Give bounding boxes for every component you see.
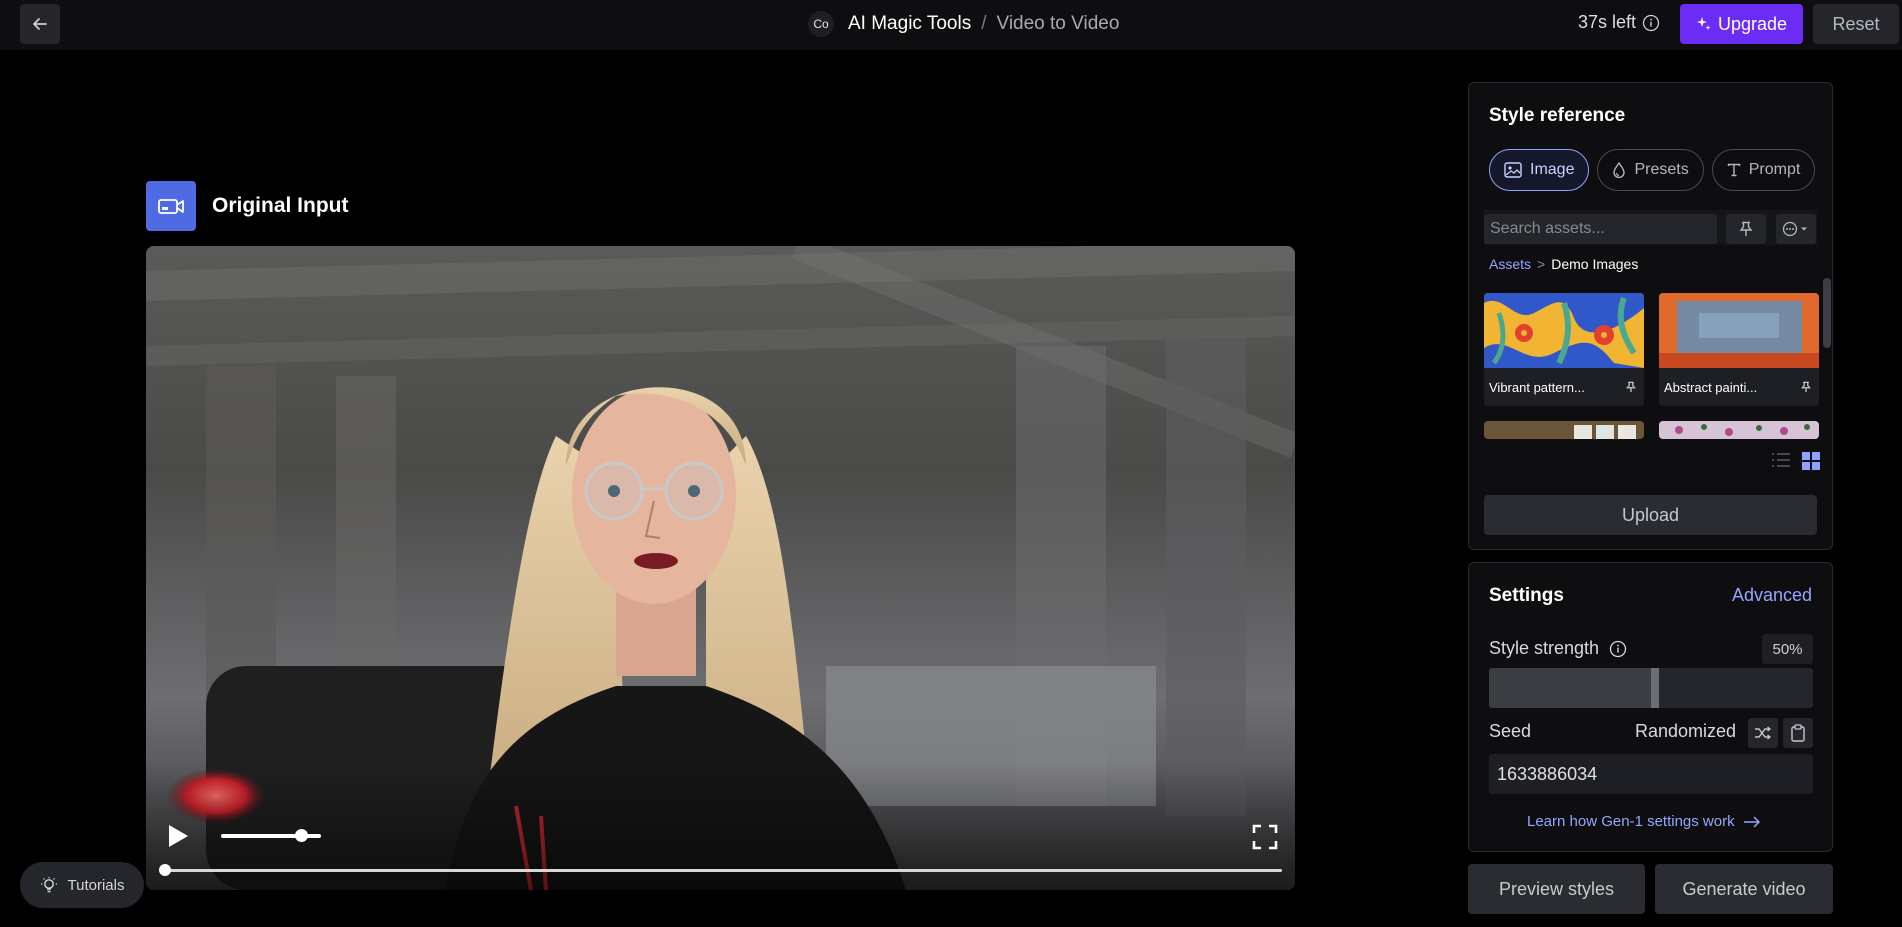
style-reference-tabs: Image Presets Prompt	[1489, 149, 1816, 191]
asset-card[interactable]: Vibrant pattern...	[1484, 293, 1644, 406]
back-button[interactable]	[20, 4, 60, 44]
randomized-label: Randomized	[1635, 721, 1737, 741]
top-bar: Co AI Magic Tools / Video to Video 37s l…	[0, 0, 1902, 50]
asset-card[interactable]: Abstract painti...	[1659, 293, 1819, 406]
play-icon[interactable]	[164, 822, 192, 850]
credits-remaining: 37s left	[1578, 12, 1660, 33]
pinned-filter-button[interactable]	[1726, 214, 1766, 244]
tab-prompt-label: Prompt	[1748, 161, 1801, 178]
advanced-settings-link[interactable]: Advanced	[1732, 585, 1812, 606]
drop-icon	[1613, 162, 1626, 178]
tutorials-button[interactable]: Tutorials	[20, 862, 144, 908]
style-strength-fill	[1489, 668, 1651, 708]
style-strength-label: Style strength	[1489, 638, 1600, 658]
breadcrumb-app-link[interactable]: AI Magic Tools	[848, 13, 971, 35]
preview-styles-button[interactable]: Preview styles	[1468, 864, 1645, 914]
arrow-left-icon	[33, 18, 47, 30]
asset-name: Abstract painti...	[1664, 379, 1758, 395]
more-options-icon	[1782, 221, 1807, 237]
settings-panel: Settings Advanced Style strength 50% See…	[1468, 562, 1833, 852]
asset-name: Vibrant pattern...	[1489, 379, 1585, 395]
generate-video-button[interactable]: Generate video	[1655, 864, 1833, 914]
asset-caption: Abstract painti...	[1659, 368, 1819, 406]
breadcrumb-current-page: Video to Video	[996, 13, 1120, 34]
asset-card[interactable]	[1484, 421, 1644, 439]
original-input-title: Original Input	[212, 194, 349, 217]
learn-settings-link[interactable]: Learn how Gen-1 settings work	[1527, 813, 1761, 830]
asset-search-input[interactable]	[1484, 214, 1717, 244]
video-frame	[146, 246, 1295, 890]
seed-input[interactable]	[1489, 754, 1813, 794]
style-strength-row: Style strength	[1489, 638, 1627, 659]
team-avatar[interactable]: Co	[808, 11, 834, 37]
sparkle-icon	[1696, 17, 1711, 31]
shuffle-icon	[1755, 726, 1772, 740]
seed-label: Seed	[1489, 721, 1532, 741]
pin-icon	[1739, 221, 1753, 236]
asset-thumbnail	[1484, 421, 1644, 439]
asset-thumbnail	[1659, 293, 1819, 368]
view-toggle	[1771, 451, 1821, 471]
copy-seed-button[interactable]	[1783, 718, 1813, 748]
style-strength-slider[interactable]	[1489, 668, 1813, 708]
upgrade-label: Upgrade	[1717, 13, 1788, 34]
style-reference-title: Style reference	[1489, 105, 1626, 126]
video-timeline[interactable]	[159, 864, 1282, 876]
asset-breadcrumb-separator: >	[1537, 256, 1546, 272]
timeline-scrubber[interactable]	[159, 864, 171, 876]
upload-button[interactable]: Upload	[1484, 495, 1817, 535]
tab-image[interactable]: Image	[1489, 149, 1590, 191]
settings-title: Settings	[1489, 585, 1564, 606]
randomize-seed-button[interactable]	[1748, 718, 1778, 748]
asset-search-row	[1484, 210, 1817, 245]
breadcrumb: Co AI Magic Tools / Video to Video	[808, 10, 1119, 38]
upgrade-button[interactable]: Upgrade	[1680, 4, 1803, 44]
asset-grid: Vibrant pattern... Abstract painti...	[1484, 293, 1821, 439]
app-root: Co AI Magic Tools / Video to Video 37s l…	[0, 0, 1902, 927]
tutorials-label: Tutorials	[67, 876, 125, 894]
style-strength-handle[interactable]	[1651, 668, 1659, 708]
style-strength-value[interactable]: 50%	[1762, 634, 1813, 664]
reset-button[interactable]: Reset	[1813, 4, 1899, 44]
asset-grid-scrollbar[interactable]	[1823, 278, 1831, 348]
more-options-button[interactable]	[1776, 214, 1816, 244]
video-input-icon	[146, 181, 196, 231]
asset-breadcrumb-current: Demo Images	[1551, 256, 1639, 272]
tab-prompt[interactable]: Prompt	[1711, 149, 1816, 191]
pin-icon[interactable]	[1626, 381, 1636, 393]
info-icon[interactable]	[1642, 14, 1660, 32]
asset-card[interactable]	[1659, 421, 1819, 439]
volume-slider[interactable]	[221, 829, 321, 842]
original-input-header: Original Input	[146, 181, 349, 231]
tab-presets[interactable]: Presets	[1597, 149, 1704, 191]
learn-settings-label: Learn how Gen-1 settings work	[1527, 813, 1735, 830]
volume-slider-handle[interactable]	[295, 829, 308, 842]
list-view-icon[interactable]	[1771, 451, 1791, 469]
asset-thumbnail	[1659, 421, 1819, 439]
pin-icon[interactable]	[1801, 381, 1811, 393]
style-reference-panel: Style reference Image Presets Prompt Sea…	[1468, 82, 1833, 550]
grid-view-icon[interactable]	[1801, 451, 1821, 471]
arrow-right-icon	[1743, 815, 1760, 828]
asset-caption: Vibrant pattern...	[1484, 368, 1644, 406]
breadcrumb-separator: /	[981, 13, 987, 34]
fullscreen-icon[interactable]	[1252, 824, 1278, 850]
tab-presets-label: Presets	[1634, 161, 1689, 178]
tab-image-label: Image	[1530, 161, 1575, 178]
clipboard-icon	[1791, 724, 1805, 742]
asset-thumbnail	[1484, 293, 1644, 368]
text-icon	[1727, 163, 1740, 177]
asset-breadcrumb-root[interactable]: Assets	[1489, 256, 1531, 272]
image-icon	[1504, 162, 1522, 178]
video-player[interactable]	[146, 246, 1295, 890]
asset-breadcrumb: Assets > Demo Images	[1489, 256, 1638, 272]
lightbulb-icon	[40, 877, 57, 893]
time-left-text: 37s left	[1578, 12, 1637, 32]
info-icon[interactable]	[1609, 640, 1627, 658]
